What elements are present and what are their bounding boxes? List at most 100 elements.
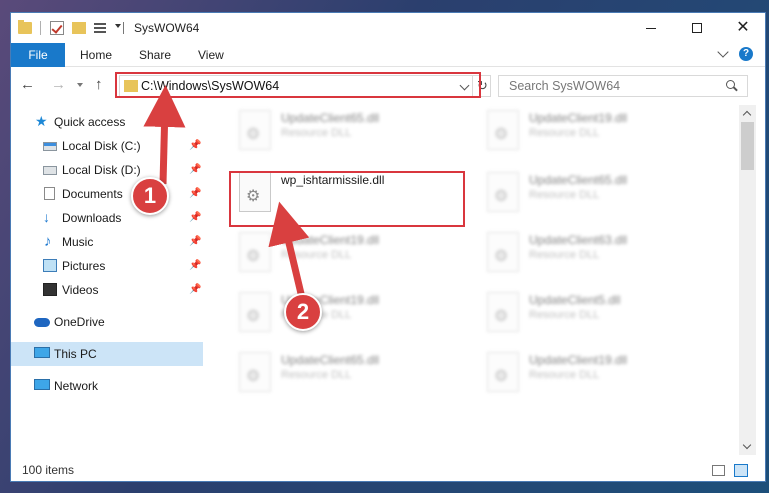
pin-icon[interactable]: 📌	[189, 140, 201, 151]
sidebar-item-downloads[interactable]: ↓ Downloads 📌	[11, 206, 203, 230]
file-item[interactable]: UpdateClient65.dll Resource DLL	[231, 105, 451, 163]
file-item[interactable]: UpdateClient65.dll Resource DLL	[479, 167, 699, 225]
file-type: Resource DLL	[281, 249, 352, 261]
minimize-button[interactable]	[628, 13, 674, 43]
sidebar-item-label: OneDrive	[54, 315, 105, 329]
navigation-pane: ★ Quick access Local Disk (C:) 📌 Local D…	[11, 105, 207, 455]
network-icon	[34, 379, 50, 390]
expand-ribbon-chevron-icon[interactable]	[717, 46, 729, 58]
refresh-button[interactable]: ↻	[472, 75, 492, 97]
sidebar-item-label: Quick access	[54, 115, 126, 129]
help-icon[interactable]: ?	[739, 47, 753, 61]
folder-icon[interactable]	[18, 20, 32, 34]
file-item[interactable]: UpdateClient5.dll Resource DLL	[479, 287, 699, 345]
file-item[interactable]: UpdateClient63.dll Resource DLL	[479, 227, 699, 285]
scroll-up-icon[interactable]	[742, 110, 752, 120]
back-button[interactable]: ←	[20, 76, 35, 94]
sidebar-item-label: Videos	[62, 283, 99, 297]
scrollbar-thumb[interactable]	[741, 122, 754, 170]
file-item[interactable]: UpdateClient19.dll Resource DLL	[231, 227, 451, 285]
dll-file-icon	[487, 292, 519, 332]
tab-view[interactable]: View	[198, 48, 224, 62]
pin-icon[interactable]: 📌	[189, 236, 201, 247]
sidebar-item-network[interactable]: Network	[11, 374, 203, 398]
sidebar-item-local-disk-c[interactable]: Local Disk (C:) 📌	[11, 134, 203, 158]
dll-file-icon	[487, 110, 519, 150]
pin-icon[interactable]: 📌	[189, 212, 201, 223]
file-item[interactable]: UpdateClient19.dll Resource DLL	[479, 105, 699, 163]
sidebar-item-quick-access[interactable]: ★ Quick access	[11, 110, 203, 134]
file-type: Resource DLL	[529, 249, 600, 261]
dll-file-icon	[487, 232, 519, 272]
title-bar: SysWOW64 ✕	[11, 13, 765, 43]
folder-icon	[124, 80, 138, 92]
maximize-icon	[692, 23, 702, 33]
pin-icon[interactable]: 📌	[189, 284, 201, 295]
sidebar-item-label: Local Disk (C:)	[62, 139, 141, 153]
tab-share[interactable]: Share	[139, 48, 171, 62]
file-item[interactable]: UpdateClient65.dll Resource DLL	[231, 347, 451, 405]
dll-file-icon	[239, 172, 271, 212]
pictures-icon	[43, 259, 57, 272]
vertical-scrollbar[interactable]	[739, 105, 756, 455]
large-icons-view-icon[interactable]	[734, 464, 748, 477]
file-name: UpdateClient65.dll	[281, 353, 380, 367]
search-icon[interactable]	[726, 80, 735, 89]
sidebar-item-label: This PC	[54, 347, 97, 361]
up-button[interactable]: ↑	[95, 76, 103, 94]
file-type: Resource DLL	[281, 369, 352, 381]
drive-icon	[43, 142, 57, 151]
sidebar-item-music[interactable]: ♪ Music 📌	[11, 230, 203, 254]
sidebar-item-pictures[interactable]: Pictures 📌	[11, 254, 203, 278]
music-icon: ♪	[44, 233, 52, 250]
sidebar-item-label: Pictures	[62, 259, 106, 273]
file-name: UpdateClient65.dll	[529, 173, 628, 187]
file-name: UpdateClient19.dll	[281, 233, 380, 247]
pin-icon[interactable]: 📌	[189, 164, 201, 175]
forward-button[interactable]: →	[51, 76, 66, 94]
sidebar-item-documents[interactable]: Documents 📌	[11, 182, 203, 206]
file-item[interactable]: UpdateClient19.dll Resource DLL	[479, 347, 699, 405]
sidebar-item-label: Network	[54, 379, 99, 393]
file-name: wp_ishtarmissile.dll	[281, 173, 385, 187]
file-name: UpdateClient63.dll	[529, 233, 628, 247]
explorer-window: SysWOW64 ✕ File Home Share View ? ← → ↑ …	[10, 12, 766, 482]
star-icon: ★	[35, 113, 48, 129]
maximize-button[interactable]	[674, 13, 720, 43]
close-icon: ✕	[736, 19, 750, 36]
downloads-icon: ↓	[43, 209, 50, 225]
dll-file-icon	[239, 110, 271, 150]
address-path[interactable]: C:\Windows\SysWOW64	[141, 79, 279, 93]
tab-home[interactable]: Home	[80, 48, 112, 62]
new-folder-icon[interactable]	[72, 22, 86, 34]
dll-file-icon	[487, 172, 519, 212]
pin-icon[interactable]: 📌	[189, 188, 201, 199]
dll-file-icon	[239, 232, 271, 272]
videos-icon	[43, 283, 57, 296]
status-bar: 100 items	[11, 459, 765, 481]
address-dropdown-icon[interactable]	[459, 80, 470, 91]
sidebar-item-videos[interactable]: Videos 📌	[11, 278, 203, 302]
step-marker-1: 1	[131, 177, 169, 215]
properties-check-icon[interactable]	[50, 21, 64, 35]
details-view-icon[interactable]	[712, 465, 725, 476]
file-name: UpdateClient19.dll	[529, 111, 628, 125]
ribbon-tabs: File Home Share View ?	[11, 43, 765, 67]
step-marker-2: 2	[284, 293, 322, 331]
sidebar-item-onedrive[interactable]: OneDrive	[11, 310, 203, 334]
tab-file[interactable]: File	[11, 43, 65, 67]
scroll-down-icon[interactable]	[742, 440, 752, 450]
file-item-target[interactable]: wp_ishtarmissile.dll	[231, 167, 451, 225]
search-placeholder: Search SysWOW64	[509, 79, 621, 93]
pin-icon[interactable]: 📌	[189, 260, 201, 271]
close-button[interactable]: ✕	[720, 13, 765, 43]
sidebar-item-label: Downloads	[62, 211, 122, 225]
file-item[interactable]: UpdateClient19.dll Resource DLL	[231, 287, 451, 345]
search-input[interactable]: Search SysWOW64	[498, 75, 748, 97]
sidebar-item-this-pc[interactable]: This PC	[11, 342, 203, 366]
customize-toolbar-icon[interactable]	[94, 21, 110, 35]
address-bar[interactable]: C:\Windows\SysWOW64 ↻	[119, 75, 491, 97]
sidebar-item-local-disk-d[interactable]: Local Disk (D:) 📌	[11, 158, 203, 182]
recent-locations-dropdown-icon[interactable]	[77, 83, 83, 87]
quick-access-dropdown-icon[interactable]	[115, 24, 121, 28]
